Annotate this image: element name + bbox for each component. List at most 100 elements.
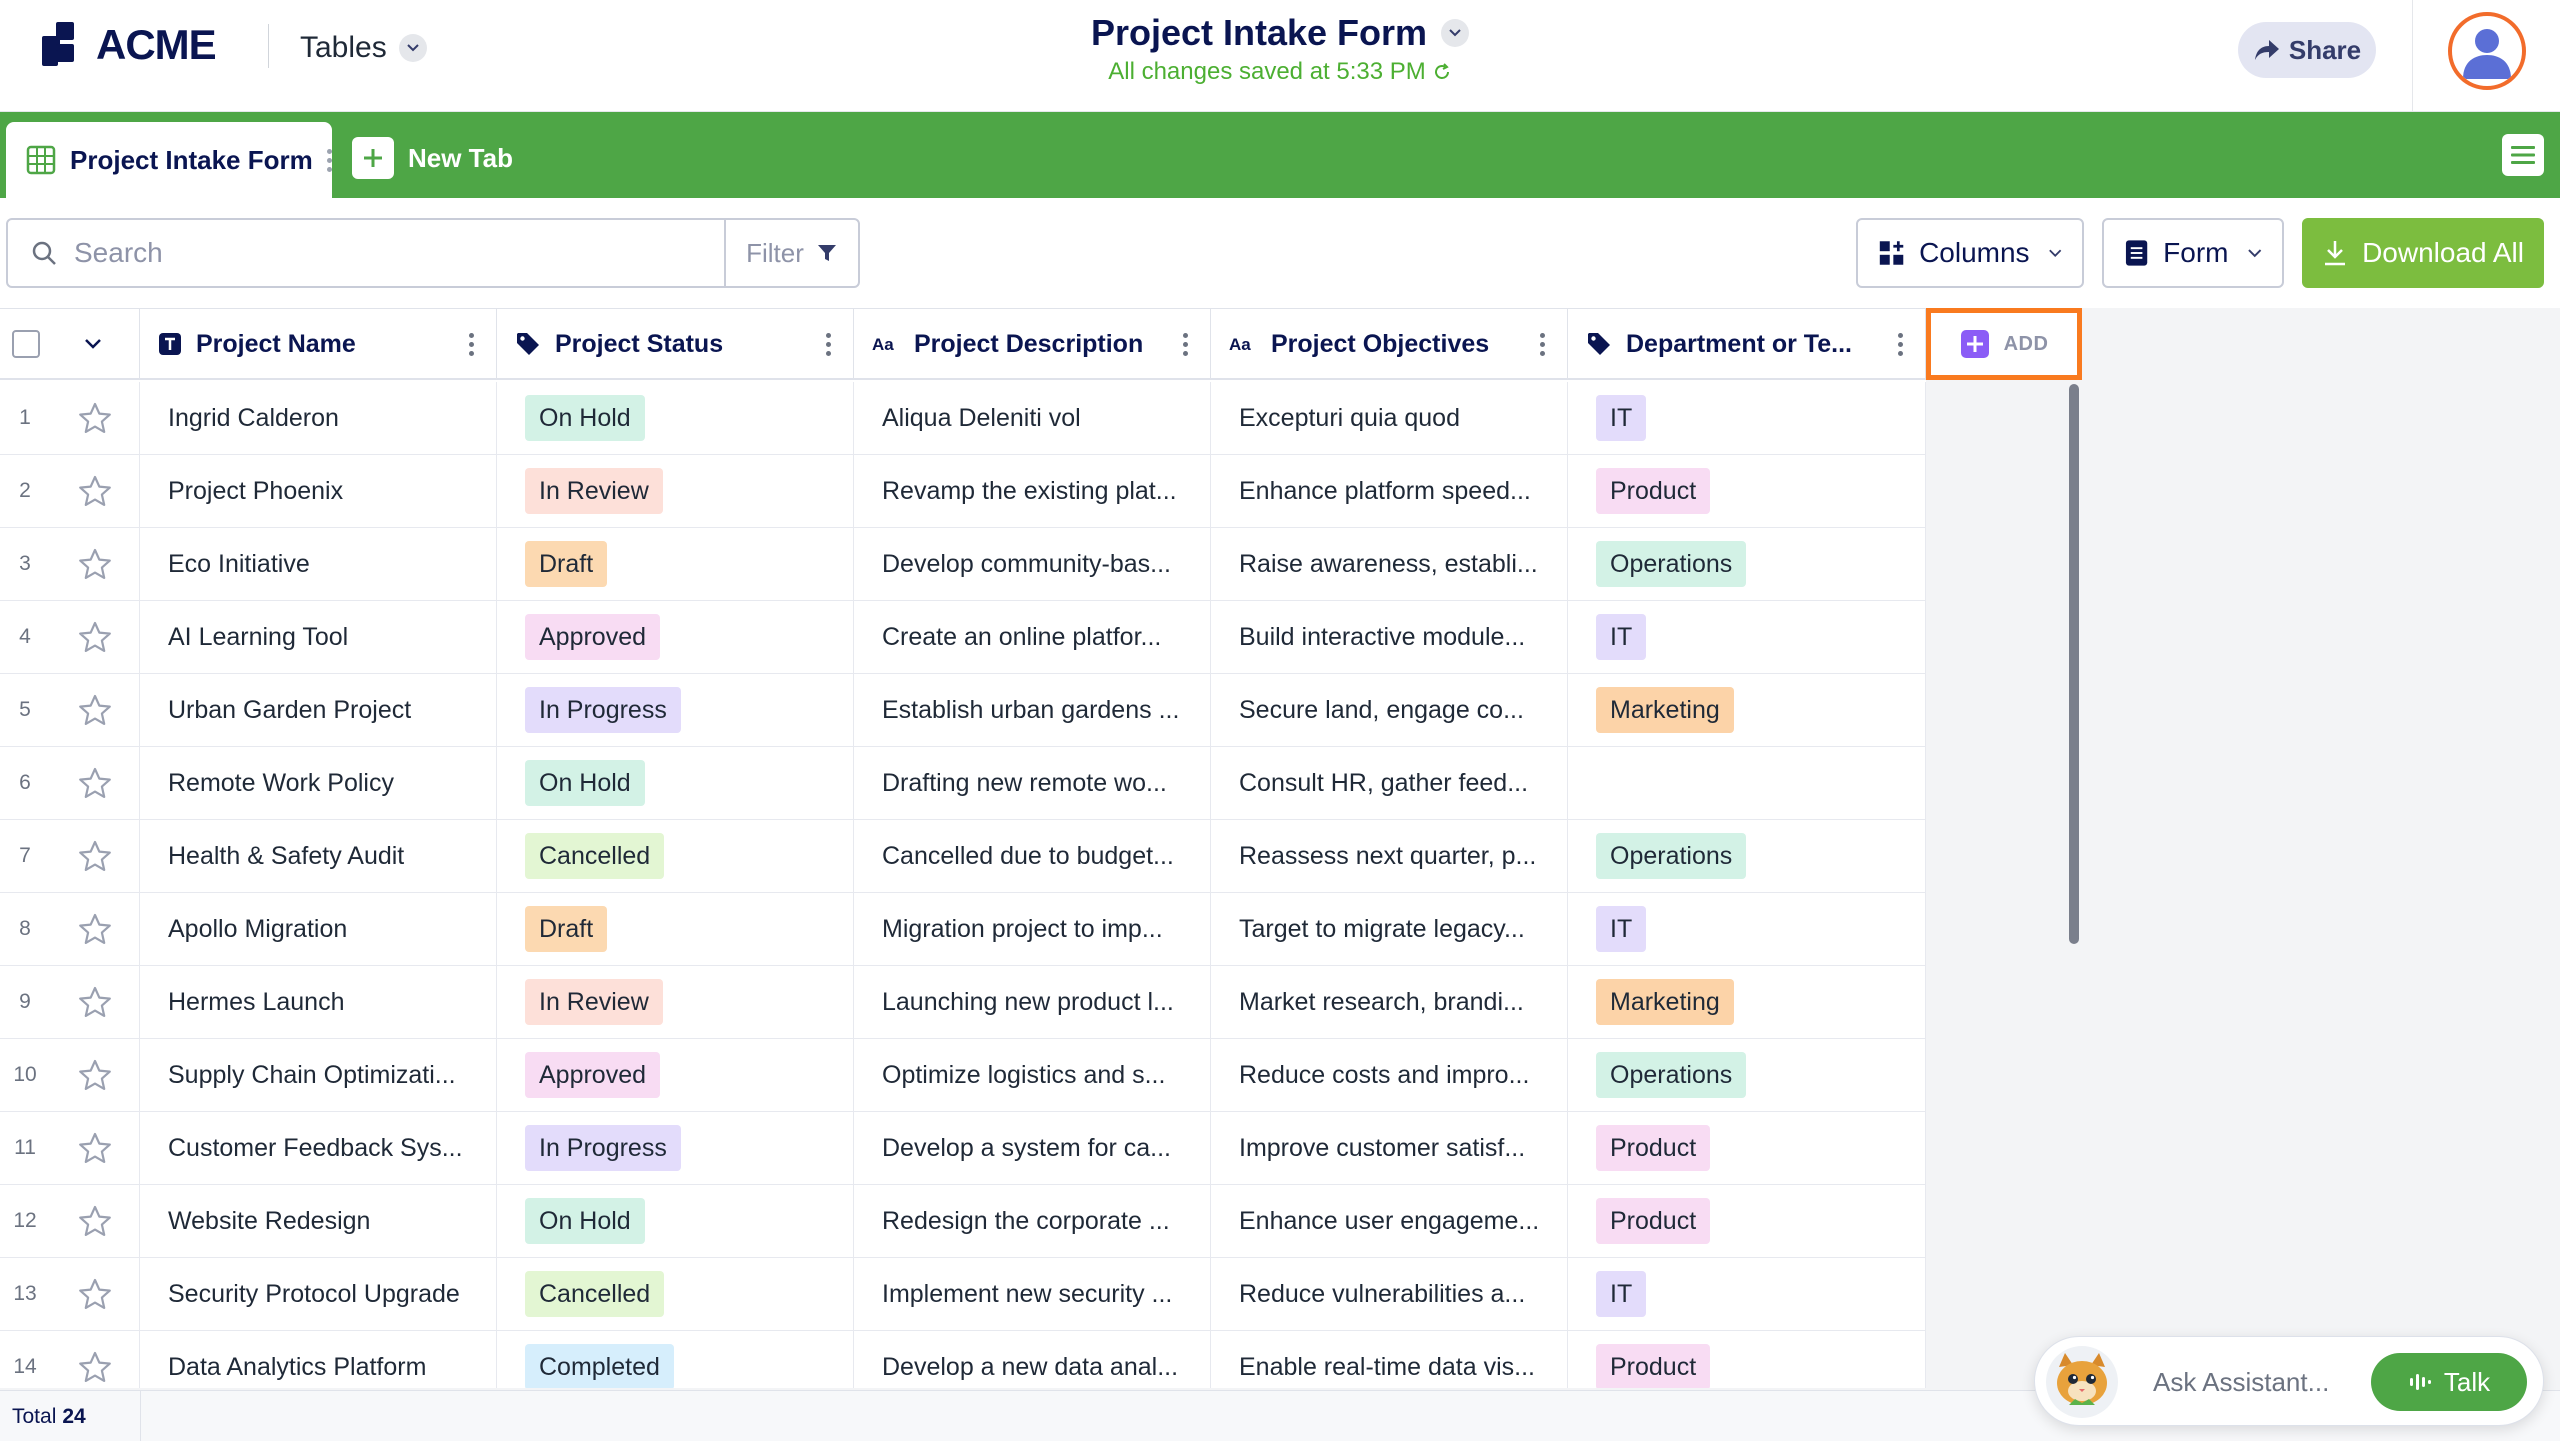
project-status-cell[interactable]: In Progress [497,674,854,746]
department-cell[interactable] [1568,747,1926,819]
star-toggle[interactable] [50,455,140,527]
project-status-cell[interactable]: Approved [497,1039,854,1111]
column-header-project-description[interactable]: Aa Project Description [854,309,1211,379]
project-objectives-cell[interactable]: Reassess next quarter, p... [1211,820,1568,892]
star-toggle[interactable] [50,747,140,819]
star-toggle[interactable] [50,1039,140,1111]
project-description-cell[interactable]: Create an online platfor... [854,601,1211,673]
vertical-scrollbar[interactable] [2066,382,2082,1388]
department-cell[interactable]: Marketing [1568,966,1926,1038]
department-cell[interactable]: Product [1568,1331,1926,1388]
column-menu-icon[interactable] [1898,333,1903,356]
new-tab-button[interactable]: New Tab [352,134,513,182]
star-toggle[interactable] [50,674,140,746]
department-cell[interactable]: IT [1568,382,1926,454]
project-status-cell[interactable]: In Progress [497,1112,854,1184]
project-name-cell[interactable]: AI Learning Tool [140,601,497,673]
download-all-button[interactable]: Download All [2302,218,2544,288]
project-status-cell[interactable]: Draft [497,528,854,600]
project-objectives-cell[interactable]: Build interactive module... [1211,601,1568,673]
select-all-checkbox[interactable] [12,330,40,358]
table-row[interactable]: 6 Remote Work Policy On Hold Drafting new r… [0,747,1926,820]
table-row[interactable]: 1 Ingrid Calderon On Hold Aliqua Deleniti v… [0,382,1926,455]
project-objectives-cell[interactable]: Target to migrate legacy... [1211,893,1568,965]
project-description-cell[interactable]: Develop a new data anal... [854,1331,1211,1388]
project-name-cell[interactable]: Customer Feedback Sys... [140,1112,497,1184]
table-row[interactable]: 8 Apollo Migration Draft Migration project … [0,893,1926,966]
title-chevron-down-icon[interactable] [1441,19,1470,47]
project-objectives-cell[interactable]: Reduce costs and impro... [1211,1039,1568,1111]
department-cell[interactable]: IT [1568,601,1926,673]
tab-options-icon[interactable] [326,148,332,172]
tables-dropdown[interactable]: Tables [300,26,427,70]
star-toggle[interactable] [50,382,140,454]
table-row[interactable]: 13 Security Protocol Upgrade Cancelled Impl… [0,1258,1926,1331]
star-toggle[interactable] [50,1112,140,1184]
table-row[interactable]: 9 Hermes Launch In Review Launching new pro… [0,966,1926,1039]
column-menu-icon[interactable] [469,333,474,356]
department-cell[interactable]: Operations [1568,528,1926,600]
department-cell[interactable]: Marketing [1568,674,1926,746]
project-objectives-cell[interactable]: Enhance platform speed... [1211,455,1568,527]
column-menu-icon[interactable] [1183,333,1188,356]
project-status-cell[interactable]: Completed [497,1331,854,1388]
project-description-cell[interactable]: Migration project to imp... [854,893,1211,965]
project-name-cell[interactable]: Remote Work Policy [140,747,497,819]
project-name-cell[interactable]: Supply Chain Optimizati... [140,1039,497,1111]
project-description-cell[interactable]: Establish urban gardens ... [854,674,1211,746]
department-cell[interactable]: Operations [1568,820,1926,892]
column-header-department[interactable]: Department or Te... [1568,309,1926,379]
star-toggle[interactable] [50,1185,140,1257]
project-description-cell[interactable]: Optimize logistics and s... [854,1039,1211,1111]
project-description-cell[interactable]: Aliqua Deleniti vol [854,382,1211,454]
project-name-cell[interactable]: Urban Garden Project [140,674,497,746]
scrollbar-thumb[interactable] [2069,384,2079,944]
table-row[interactable]: 5 Urban Garden Project In Progress Establis… [0,674,1926,747]
star-toggle[interactable] [50,1331,140,1388]
project-name-cell[interactable]: Data Analytics Platform [140,1331,497,1388]
add-column-button[interactable]: ADD [1926,308,2082,380]
project-description-cell[interactable]: Cancelled due to budget... [854,820,1211,892]
project-description-cell[interactable]: Develop community-bas... [854,528,1211,600]
project-name-cell[interactable]: Website Redesign [140,1185,497,1257]
project-objectives-cell[interactable]: Market research, brandi... [1211,966,1568,1038]
star-toggle[interactable] [50,820,140,892]
hamburger-menu-button[interactable] [2502,134,2544,176]
project-objectives-cell[interactable]: Enable real-time data vis... [1211,1331,1568,1388]
project-status-cell[interactable]: On Hold [497,382,854,454]
column-header-project-status[interactable]: Project Status [497,309,854,379]
department-cell[interactable]: Product [1568,1112,1926,1184]
project-objectives-cell[interactable]: Excepturi quia quod [1211,382,1568,454]
column-header-project-objectives[interactable]: Aa Project Objectives [1211,309,1568,379]
cat-mascot-icon[interactable] [2045,1345,2119,1419]
table-row[interactable]: 7 Health & Safety Audit Cancelled Cancelled… [0,820,1926,893]
column-header-project-name[interactable]: Project Name [140,309,497,379]
column-menu-icon[interactable] [1540,333,1545,356]
column-menu-icon[interactable] [826,333,831,356]
project-description-cell[interactable]: Redesign the corporate ... [854,1185,1211,1257]
star-toggle[interactable] [50,966,140,1038]
project-status-cell[interactable]: Approved [497,601,854,673]
user-avatar[interactable] [2448,12,2526,90]
talk-button[interactable]: Talk [2371,1353,2527,1411]
page-title[interactable]: Project Intake Form [1091,12,1470,54]
table-row[interactable]: 4 AI Learning Tool Approved Create an onlin… [0,601,1926,674]
project-objectives-cell[interactable]: Secure land, engage co... [1211,674,1568,746]
department-cell[interactable]: IT [1568,893,1926,965]
form-button[interactable]: Form [2102,218,2284,288]
project-objectives-cell[interactable]: Reduce vulnerabilities a... [1211,1258,1568,1330]
project-name-cell[interactable]: Project Phoenix [140,455,497,527]
project-description-cell[interactable]: Revamp the existing plat... [854,455,1211,527]
search-input[interactable] [74,237,674,269]
acme-logo[interactable]: ACME [42,21,217,68]
star-toggle[interactable] [50,1258,140,1330]
tab-project-intake-form[interactable]: Project Intake Form [6,122,332,198]
columns-button[interactable]: Columns [1856,218,2084,288]
project-name-cell[interactable]: Apollo Migration [140,893,497,965]
project-objectives-cell[interactable]: Enhance user engageme... [1211,1185,1568,1257]
department-cell[interactable]: Product [1568,1185,1926,1257]
project-status-cell[interactable]: In Review [497,966,854,1038]
project-description-cell[interactable]: Drafting new remote wo... [854,747,1211,819]
table-row[interactable]: 3 Eco Initiative Draft Develop community-ba… [0,528,1926,601]
project-status-cell[interactable]: On Hold [497,747,854,819]
